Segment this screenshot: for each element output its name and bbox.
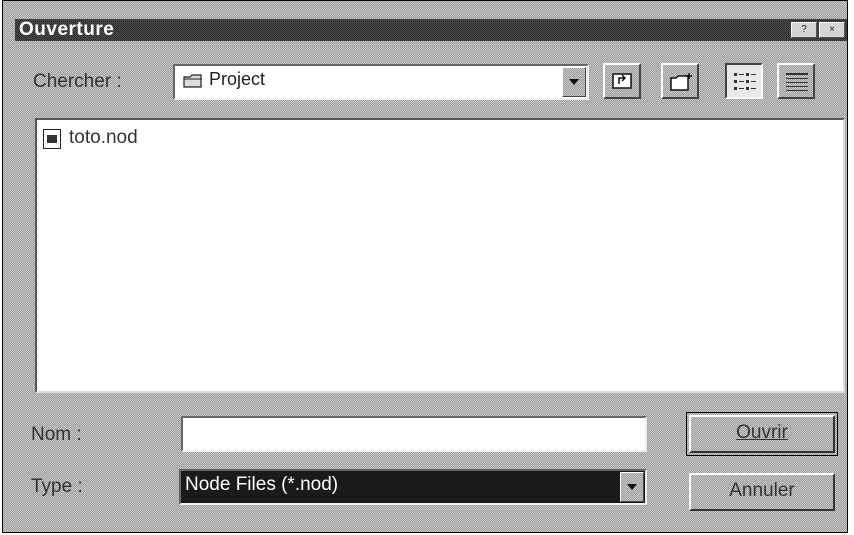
open-button[interactable]: Ouvrir <box>689 415 835 453</box>
list-view-button[interactable] <box>725 63 763 99</box>
filename-label: Nom : <box>31 424 82 445</box>
file-list[interactable]: toto.nod <box>35 118 845 393</box>
open-button-label: Ouvrir <box>736 422 788 443</box>
cancel-button-label: Annuler <box>729 480 795 501</box>
filetype-dropdown-button[interactable] <box>620 472 644 502</box>
lookin-value: Project <box>209 69 266 89</box>
cancel-button[interactable]: Annuler <box>689 473 835 511</box>
filetype-combo[interactable]: Node Files (*.nod) <box>179 469 647 505</box>
up-folder-icon <box>612 72 634 95</box>
details-view-button[interactable] <box>777 63 815 99</box>
filetype-label: Type : <box>31 476 83 497</box>
file-name: toto.nod <box>69 127 138 148</box>
lookin-combo[interactable]: Project <box>173 64 589 100</box>
filetype-value: Node Files (*.nod) <box>185 474 339 495</box>
lookin-label: Chercher : <box>33 71 122 92</box>
node-file-icon <box>43 129 61 149</box>
up-folder-button[interactable] <box>603 63 641 99</box>
list-view-icon <box>733 71 757 98</box>
chevron-down-icon <box>569 79 579 85</box>
open-dialog: Ouverture ? × Chercher : Project toto.no… <box>2 0 848 533</box>
close-button[interactable]: × <box>819 22 845 38</box>
chevron-down-icon <box>627 484 637 490</box>
filename-field[interactable] <box>181 416 647 452</box>
help-button[interactable]: ? <box>791 22 817 38</box>
window-title: Ouverture <box>19 19 115 40</box>
details-view-icon <box>785 71 809 98</box>
folder-icon <box>183 73 203 89</box>
new-folder-icon <box>670 72 694 97</box>
title-bar[interactable]: Ouverture ? × <box>15 19 847 41</box>
new-folder-button[interactable] <box>661 63 699 99</box>
lookin-dropdown-button[interactable] <box>562 67 586 97</box>
